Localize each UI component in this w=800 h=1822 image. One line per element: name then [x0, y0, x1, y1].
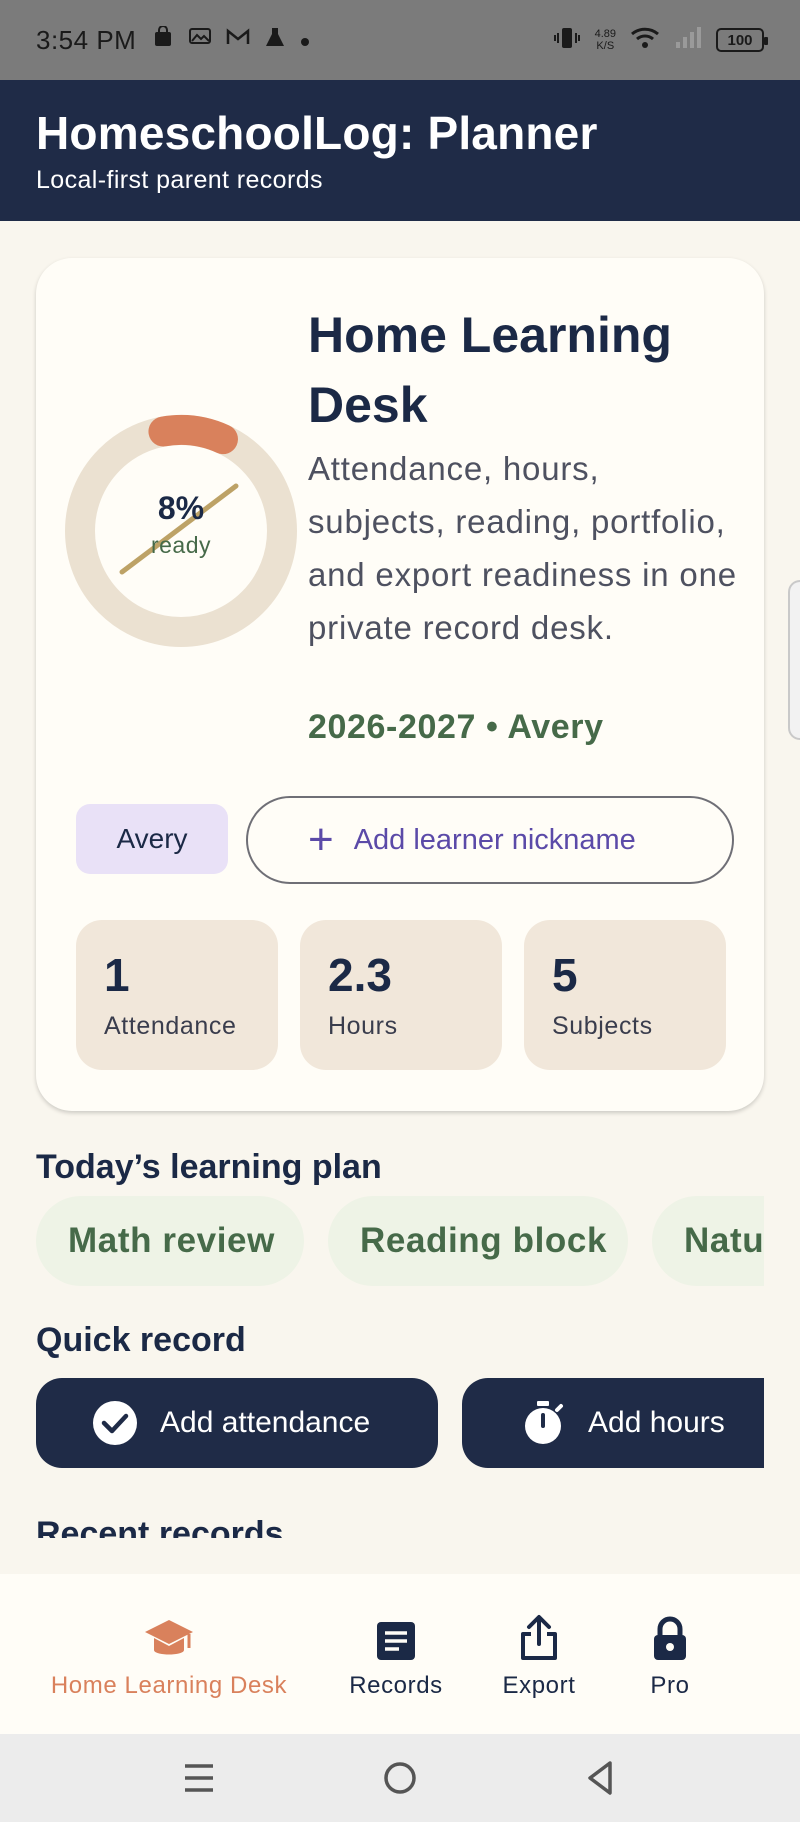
hero-description: Attendance, hours, subjects, reading, po… [308, 450, 737, 646]
battery-indicator: 100 [716, 28, 768, 52]
nav-label: Export [502, 1672, 576, 1699]
stat-label: Subjects [552, 1012, 653, 1040]
stat-value: 1 [104, 949, 130, 1001]
add-attendance-label: Add attendance [160, 1406, 371, 1439]
learner-chip-avery[interactable]: Avery [76, 804, 228, 874]
status-bar: 3:54 PM 4.89 K/S 100 [0, 0, 800, 80]
flask-icon [264, 26, 286, 54]
edge-panel-handle[interactable] [788, 580, 800, 740]
hero-card: 8% ready Home Learning Desk Attendance, … [36, 258, 764, 1111]
nav-label: Records [349, 1672, 443, 1699]
app-bar: HomeschoolLog: Planner Local-first paren… [0, 80, 800, 221]
plus-icon: + [308, 815, 334, 864]
hero-title: Home Learning Desk [308, 307, 672, 433]
app-subtitle: Local-first parent records [36, 166, 323, 194]
readiness-ring: 8% ready [62, 412, 300, 650]
recent-apps-icon[interactable] [182, 1758, 216, 1798]
check-circle-icon [93, 1401, 137, 1445]
nav-export[interactable]: Export [496, 1614, 582, 1700]
lock-icon [651, 1614, 689, 1662]
add-hours-button[interactable]: Add hours [462, 1378, 764, 1468]
notification-icons [152, 25, 310, 54]
gmail-icon [226, 26, 250, 54]
dot-icon [300, 27, 310, 53]
readiness-caption: ready [150, 532, 212, 558]
system-navigation-bar [0, 1734, 800, 1822]
back-triangle-icon[interactable] [584, 1758, 616, 1798]
share-icon [519, 1614, 559, 1662]
nav-home-learning-desk[interactable]: Home Learning Desk [45, 1614, 293, 1700]
net-speed-value: 4.89 [594, 28, 616, 40]
stopwatch-icon [525, 1401, 563, 1444]
quick-record-title: Quick record [36, 1321, 246, 1359]
document-icon [375, 1614, 417, 1662]
add-hours-label: Add hours [588, 1406, 725, 1439]
plan-chip-reading-block[interactable]: Reading block [328, 1196, 628, 1286]
stat-hours: 2.3 Hours [300, 920, 502, 1070]
recent-records-title: Recent records [36, 1515, 284, 1538]
status-time: 3:54 PM [36, 24, 137, 55]
readiness-ring-graphic [65, 415, 297, 647]
plan-chip-nature[interactable]: Natu [652, 1196, 764, 1286]
home-circle-icon[interactable] [382, 1758, 418, 1798]
stat-value: 5 [552, 949, 578, 1001]
stat-label: Hours [328, 1012, 398, 1040]
graduation-cap-icon [143, 1614, 195, 1662]
signal-icon [674, 26, 702, 55]
net-speed-unit: K/S [596, 40, 615, 52]
vibrate-icon [553, 25, 581, 56]
net-speed: 4.89 K/S [595, 28, 616, 52]
plan-chip-math-review[interactable]: Math review [36, 1196, 304, 1286]
app-title: HomeschoolLog: Planner [36, 107, 598, 159]
stat-subjects: 5 Subjects [524, 920, 726, 1070]
plan-section-title: Today’s learning plan [36, 1148, 382, 1186]
plan-chip-strip[interactable]: Math review Reading block Natu [36, 1196, 764, 1286]
image-icon [188, 26, 212, 54]
nav-label: Home Learning Desk [50, 1672, 288, 1699]
stat-attendance: 1 Attendance [76, 920, 278, 1070]
add-attendance-button[interactable]: Add attendance [36, 1378, 438, 1468]
quick-record-strip[interactable]: Add attendance Add hours [36, 1378, 764, 1468]
stat-value: 2.3 [328, 949, 392, 1001]
add-learner-nickname-label: Add learner nickname [353, 823, 636, 856]
wifi-icon [630, 26, 660, 55]
nav-label: Pro [650, 1672, 690, 1699]
status-right: 4.89 K/S 100 [553, 25, 768, 56]
bottom-navigation: Home Learning Desk Records Export Pro [0, 1574, 800, 1734]
stat-label: Attendance [104, 1012, 237, 1040]
add-learner-nickname-button[interactable]: + Add learner nickname [246, 796, 734, 884]
nav-pro[interactable]: Pro [630, 1614, 710, 1700]
bag-icon [152, 25, 174, 54]
school-year-learner: 2026-2027 • Avery [308, 708, 604, 746]
readiness-percent: 8% [157, 490, 205, 526]
nav-records[interactable]: Records [346, 1614, 446, 1700]
